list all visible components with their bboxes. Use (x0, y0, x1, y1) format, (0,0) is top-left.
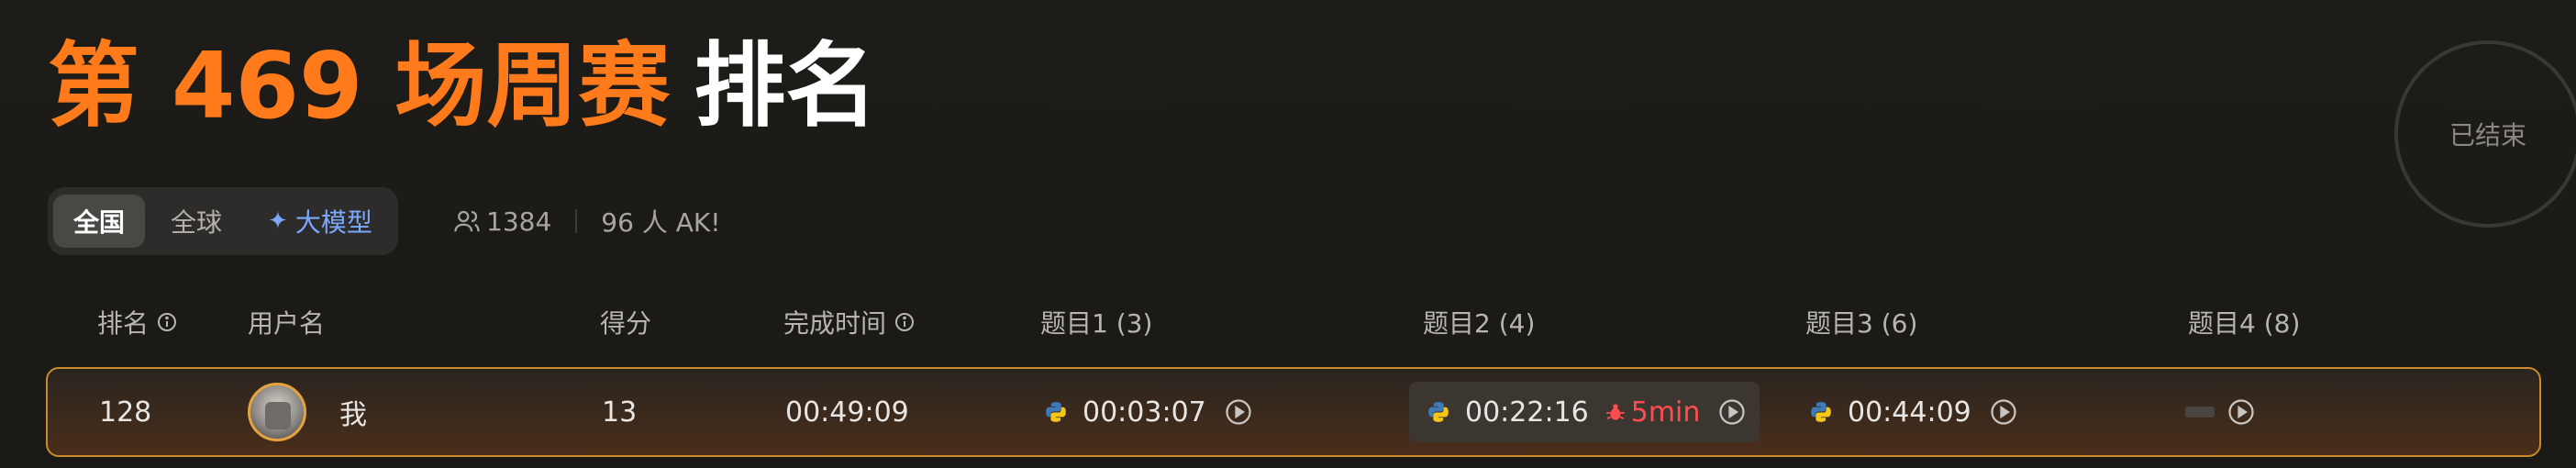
my-score-value: 13 (602, 396, 638, 429)
play-icon[interactable] (1225, 398, 1252, 426)
q2-penalty: 5min (1604, 396, 1701, 429)
table-header: 排名 用户名 得分 完成时间 题目1 (3) 题目2 (4) 题目3 (6) 题… (0, 301, 2576, 343)
python-icon (1428, 402, 1449, 422)
my-rank: 128 (99, 369, 151, 455)
page-title: 第 469 场周赛 排名 (48, 31, 877, 141)
header-score-label: 得分 (600, 308, 652, 339)
my-finish-time-value: 00:49:09 (785, 396, 909, 429)
tab-llm[interactable]: ✦ 大模型 (248, 195, 393, 248)
stats-divider (575, 209, 578, 233)
q2-time: 00:22:16 (1465, 396, 1589, 429)
my-score: 13 (602, 369, 637, 455)
q2-penalty-value: 5min (1630, 396, 1701, 429)
header-finish-time: 完成时间 (783, 301, 916, 343)
header-q3-label: 题目3 (6) (1805, 308, 1918, 339)
header-q2-label: 题目2 (4) (1423, 308, 1536, 339)
tab-llm-label: 大模型 (294, 207, 372, 238)
contest-ranking-page: 第 469 场周赛 排名 已结束 全国 全球 ✦ 大模型 1384 96 人 A… (0, 0, 2576, 468)
tab-national-label: 全国 (73, 207, 126, 238)
header-finish-time-label: 完成时间 (783, 308, 887, 339)
q1-result: 00:03:07 (1044, 369, 1252, 455)
header-q1: 题目1 (3) (1040, 301, 1152, 343)
ak-count: 96 人 AK! (601, 207, 721, 238)
header-rank-label: 排名 (97, 308, 150, 339)
header-q3: 题目3 (6) (1805, 301, 1917, 343)
play-icon[interactable] (1990, 398, 2017, 426)
q3-result: 00:44:09 (1809, 369, 2017, 455)
my-rank-value: 128 (99, 396, 152, 429)
play-icon[interactable] (1718, 398, 1746, 426)
my-finish-time: 00:49:09 (785, 369, 909, 455)
tab-national[interactable]: 全国 (53, 195, 146, 248)
my-ranking-row[interactable]: 128 我 13 00:49:09 00:03:07 00:22:16 5min… (46, 367, 2541, 457)
ranking-title: 排名 (694, 32, 878, 139)
header-q4: 题目4 (8) (2188, 301, 2300, 343)
q4-unsolved-placeholder (2185, 407, 2215, 418)
header-q4-label: 题目4 (8) (2188, 308, 2301, 339)
header-username: 用户名 (248, 301, 325, 343)
q4-result (2185, 369, 2255, 455)
q3-time: 00:44:09 (1848, 396, 1971, 429)
bug-icon (1606, 404, 1625, 420)
my-avatar-cell (248, 369, 306, 455)
finish-time-info-icon[interactable] (894, 311, 916, 333)
header-rank: 排名 (97, 301, 178, 343)
contest-status-badge: 已结束 (2394, 40, 2576, 228)
my-username-value: 我 (339, 399, 367, 431)
rank-info-icon[interactable] (156, 311, 178, 333)
participation-stats: 1384 96 人 AK! (453, 200, 720, 242)
status-text: 已结束 (2448, 120, 2526, 150)
python-icon (1046, 402, 1066, 422)
play-icon[interactable] (2227, 398, 2255, 426)
participant-count: 1384 (486, 206, 552, 237)
python-icon (1811, 402, 1831, 422)
contest-name: 第 469 场周赛 (48, 32, 671, 139)
my-username[interactable]: 我 (339, 369, 367, 455)
header-q2: 题目2 (4) (1423, 301, 1535, 343)
header-score: 得分 (600, 301, 651, 343)
q2-result: 00:22:16 5min (1427, 369, 1746, 455)
avatar[interactable] (248, 383, 306, 441)
tab-global-label: 全球 (171, 207, 223, 238)
q1-time: 00:03:07 (1083, 396, 1206, 429)
participants-icon (454, 210, 480, 232)
header-username-label: 用户名 (248, 308, 326, 339)
header-q1-label: 题目1 (3) (1040, 308, 1153, 339)
ranking-scope-selector: 全国 全球 ✦ 大模型 (48, 187, 398, 255)
sparkle-icon: ✦ (268, 207, 288, 235)
tab-global[interactable]: 全球 (150, 195, 242, 248)
